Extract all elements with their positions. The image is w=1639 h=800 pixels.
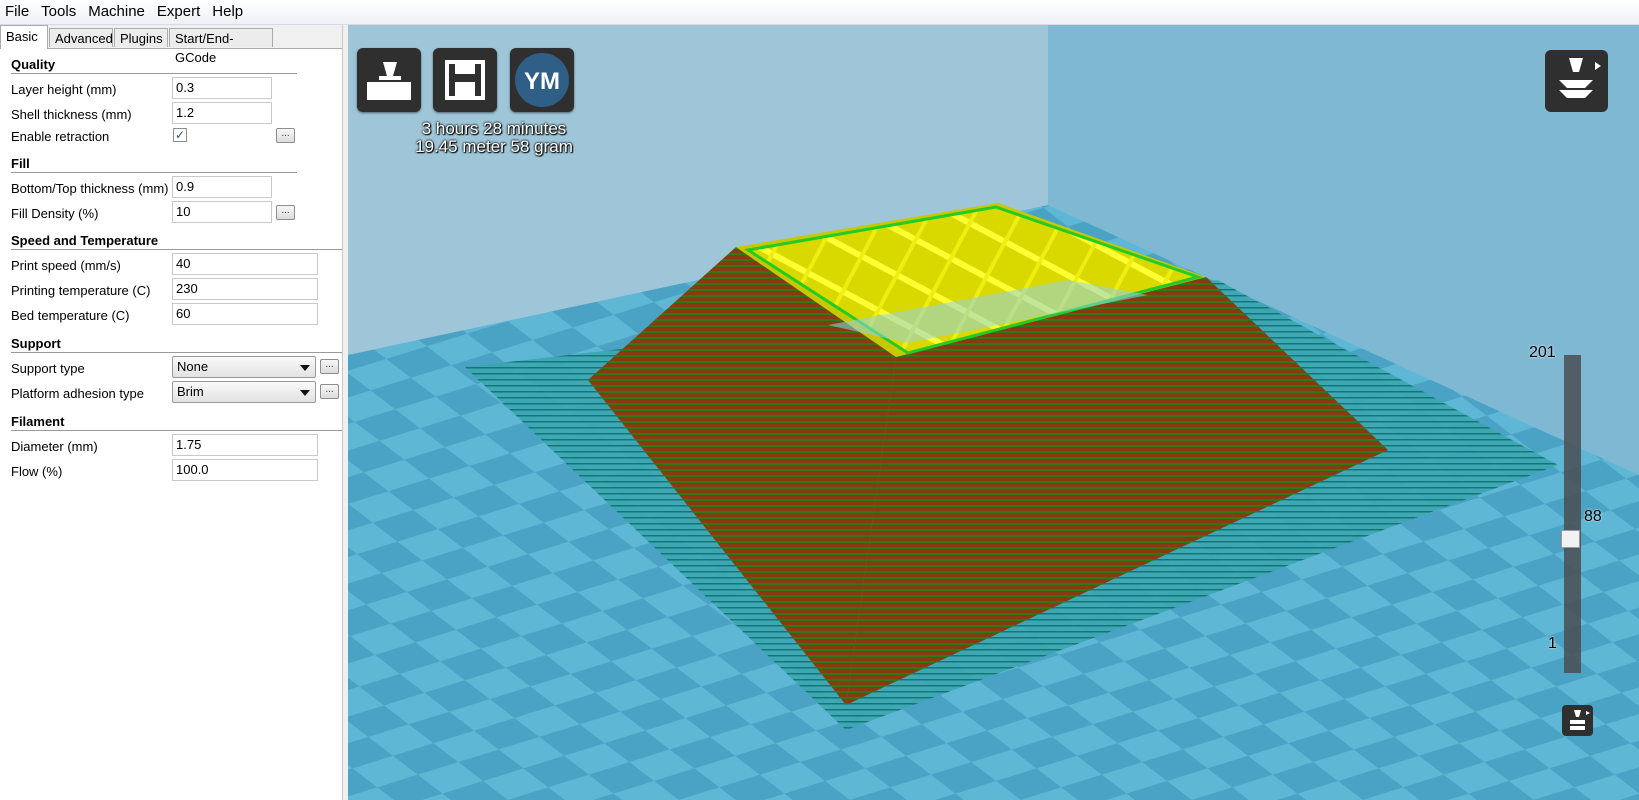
- youmagine-icon: YM: [515, 53, 569, 107]
- support-settings-button[interactable]: ...: [320, 359, 339, 374]
- section-title-speed-temperature: Speed and Temperature: [11, 233, 159, 248]
- save-gcode-button[interactable]: [433, 48, 497, 112]
- print-material-text: 19.45 meter 58 gram: [415, 137, 573, 156]
- printing-temperature-label: Printing temperature (C): [11, 283, 151, 298]
- view-mode-button[interactable]: [1545, 50, 1608, 112]
- section-divider: [11, 352, 342, 353]
- menu-bar: File Tools Machine Expert Help: [0, 0, 1639, 25]
- support-type-select[interactable]: None: [172, 356, 316, 378]
- printing-temperature-input[interactable]: 230: [172, 278, 318, 300]
- section-divider: [11, 430, 342, 431]
- retraction-settings-button[interactable]: ...: [276, 128, 295, 143]
- support-type-label: Support type: [11, 361, 85, 376]
- menu-expert[interactable]: Expert: [151, 0, 206, 24]
- layer-current-label: 88: [1584, 508, 1602, 525]
- flow-input[interactable]: 100.0: [172, 459, 318, 481]
- diameter-label: Diameter (mm): [11, 439, 98, 454]
- layer-height-label: Layer height (mm): [11, 82, 117, 97]
- menu-tools[interactable]: Tools: [35, 0, 82, 24]
- section-title-filament: Filament: [11, 414, 65, 429]
- flow-label: Flow (%): [11, 464, 63, 479]
- menu-file[interactable]: File: [0, 0, 35, 24]
- tab-basic[interactable]: Basic: [0, 25, 48, 49]
- enable-retraction-checkbox[interactable]: ✓: [173, 128, 187, 142]
- layer-slider-track[interactable]: [1564, 355, 1581, 673]
- section-title-fill: Fill: [11, 156, 30, 171]
- checkmark-icon: ✓: [174, 128, 186, 142]
- layer-max-label: 201: [1529, 344, 1556, 361]
- layer-slider-thumb[interactable]: [1561, 530, 1580, 548]
- platform-adhesion-label: Platform adhesion type: [11, 386, 144, 401]
- bed-temperature-input[interactable]: 60: [172, 303, 318, 325]
- tab-plugins[interactable]: Plugins: [114, 28, 168, 47]
- adhesion-settings-button[interactable]: ...: [320, 384, 339, 399]
- enable-retraction-label: Enable retraction: [11, 129, 110, 144]
- layer-height-input[interactable]: 0.3: [172, 77, 272, 99]
- settings-tabs: Basic Advanced Plugins Start/End-GCode: [0, 25, 342, 65]
- fill-settings-button[interactable]: ...: [276, 205, 295, 220]
- bottom-top-thickness-input[interactable]: 0.9: [172, 176, 272, 198]
- chevron-down-icon: [300, 390, 310, 396]
- platform-adhesion-select[interactable]: Brim: [172, 381, 316, 403]
- print-speed-input[interactable]: 40: [172, 253, 318, 275]
- print-time-text: 3 hours 28 minutes: [421, 119, 567, 138]
- bed-temperature-label: Bed temperature (C): [11, 308, 130, 323]
- section-divider: [11, 249, 342, 250]
- youmagine-label: YM: [524, 68, 560, 95]
- menu-help[interactable]: Help: [206, 0, 249, 24]
- load-model-button[interactable]: [357, 48, 421, 112]
- layer-view-icon: [1570, 710, 1590, 730]
- print-info: 3 hours 28 minutes 19.45 meter 58 gram: [394, 120, 594, 156]
- diameter-input[interactable]: 1.75: [172, 434, 318, 456]
- layer-view-button[interactable]: [1562, 705, 1593, 736]
- fill-density-input[interactable]: 10: [172, 201, 272, 223]
- section-divider: [11, 73, 297, 74]
- platform-adhesion-value: Brim: [177, 384, 204, 399]
- menu-machine[interactable]: Machine: [82, 0, 151, 24]
- support-type-value: None: [177, 359, 209, 374]
- settings-panel: Basic Advanced Plugins Start/End-GCode Q…: [0, 25, 343, 800]
- youmagine-button[interactable]: YM: [510, 48, 574, 112]
- tab-start-end-gcode[interactable]: Start/End-GCode: [169, 28, 273, 65]
- print-speed-label: Print speed (mm/s): [11, 258, 121, 273]
- bottom-top-thickness-label: Bottom/Top thickness (mm): [11, 181, 169, 196]
- save-gcode-icon: [445, 60, 485, 100]
- shell-thickness-label: Shell thickness (mm): [11, 107, 132, 122]
- view-mode-icon: [1559, 58, 1601, 98]
- section-title-support: Support: [11, 336, 61, 351]
- tab-advanced[interactable]: Advanced: [49, 28, 113, 47]
- shell-thickness-input[interactable]: 1.2: [172, 102, 272, 124]
- chevron-down-icon: [300, 365, 310, 371]
- load-model-icon: [367, 62, 411, 100]
- layer-min-label: 1: [1548, 635, 1557, 652]
- section-title-quality: Quality: [11, 57, 56, 72]
- 3d-viewport[interactable]: YM 3 hours 28 minutes 19.45 meter 58 gra…: [348, 25, 1639, 800]
- section-divider: [11, 172, 297, 173]
- fill-density-label: Fill Density (%): [11, 206, 99, 221]
